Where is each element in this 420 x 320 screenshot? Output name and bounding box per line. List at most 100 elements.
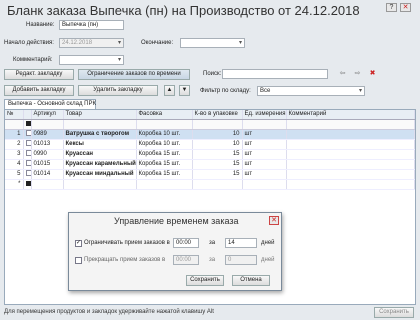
table-row[interactable]: 2 01013 Кексы Коробка 10 шт. 10 шт (5, 139, 415, 150)
row-comment[interactable] (286, 159, 415, 170)
row-unit: шт (242, 169, 287, 180)
stop-days-unit: дней (261, 257, 275, 263)
limit-orders-label: Ограничивать прием заказов в (84, 240, 170, 246)
start-date-label: Начало действия: (4, 40, 54, 46)
stop-orders-checkbox[interactable] (75, 257, 82, 264)
forward-arrow-icon[interactable]: ⇨ (352, 69, 363, 80)
row-article: 01015 (31, 159, 64, 170)
dialog-close-button[interactable]: ✕ (269, 216, 279, 225)
row-article: 0990 (31, 149, 64, 160)
filter-row (5, 119, 415, 130)
col-unit-header[interactable]: Ед. измерения (242, 110, 287, 120)
move-down-button[interactable]: ▼ (179, 85, 190, 96)
row-comment[interactable] (286, 169, 415, 180)
tab-bakery-main-warehouse[interactable]: Выпечка - Основной склад ПРК (4, 99, 96, 109)
row-qty[interactable]: 15 (192, 169, 243, 180)
dialog-title: Управление временем заказа (114, 216, 239, 226)
row-comment[interactable] (286, 129, 415, 140)
row-unit: шт (242, 139, 287, 150)
row-number: 1 (5, 129, 24, 140)
stop-for-label: за (209, 257, 216, 263)
table-header: № Артикул Товар Фасовка К-во в упаковке … (5, 110, 415, 120)
row-number: 3 (5, 149, 24, 160)
row-checkbox[interactable] (23, 169, 32, 180)
limit-for-label: за (209, 240, 216, 246)
table-row[interactable]: 5 01014 Круассан миндальный Коробка 15 ш… (5, 169, 415, 180)
row-number: 4 (5, 159, 24, 170)
row-article: 01013 (31, 139, 64, 150)
limit-time-input[interactable]: 00:00 (173, 238, 199, 248)
back-arrow-icon[interactable]: ⇦ (337, 69, 348, 80)
row-qty[interactable]: 10 (192, 139, 243, 150)
table-row[interactable]: 3 0990 Круассан Коробка 15 шт. 15 шт (5, 149, 415, 160)
row-comment[interactable] (286, 139, 415, 150)
warehouse-filter-label: Фильтр по складу: (200, 88, 251, 94)
comment-field[interactable] (59, 55, 124, 65)
warehouse-filter-select[interactable]: Все (257, 86, 365, 96)
row-unit: шт (242, 149, 287, 160)
row-comment[interactable] (286, 149, 415, 160)
help-button[interactable]: ? (386, 3, 397, 12)
stop-days-input[interactable]: 0 (225, 255, 257, 265)
edit-tab-button[interactable]: Редакт. закладку (4, 69, 74, 80)
move-up-button[interactable]: ▲ (164, 85, 175, 96)
table-row[interactable]: 1 0989 Ватрушка с творогом Коробка 10 шт… (5, 129, 415, 140)
row-unit: шт (242, 159, 287, 170)
col-qty-header[interactable]: К-во в упаковке (192, 110, 243, 120)
row-pack: Коробка 15 шт. (136, 159, 193, 170)
start-date-field[interactable]: 24.12.2018 (59, 38, 124, 48)
col-pack-header[interactable]: Фасовка (136, 110, 193, 120)
row-product: Круассан (63, 149, 137, 160)
row-checkbox[interactable] (23, 139, 32, 150)
new-row[interactable]: * (5, 179, 415, 190)
row-unit: шт (242, 129, 287, 140)
row-number: 2 (5, 139, 24, 150)
row-qty[interactable]: 10 (192, 129, 243, 140)
limit-orders-checkbox[interactable]: ✓ (75, 240, 82, 247)
stop-time-input[interactable]: 00:00 (173, 255, 199, 265)
comment-label: Комментарий: (13, 57, 53, 63)
row-pack: Коробка 15 шт. (136, 169, 193, 180)
add-tab-button[interactable]: Добавить закладку (4, 85, 74, 96)
end-date-field[interactable] (180, 38, 245, 48)
row-pack: Коробка 15 шт. (136, 149, 193, 160)
col-comment-header[interactable]: Комментарий (286, 110, 415, 120)
row-checkbox[interactable] (23, 129, 32, 140)
row-product: Круассан карамельный (63, 159, 137, 170)
row-qty[interactable]: 15 (192, 149, 243, 160)
row-article: 01014 (31, 169, 64, 180)
window-close-button[interactable]: ✕ (400, 3, 411, 12)
row-product: Круассан миндальный (63, 169, 137, 180)
row-product: Ватрушка с творогом (63, 129, 137, 140)
status-hint: Для перемещения продуктов и закладок уде… (4, 309, 214, 315)
new-row-marker: * (5, 179, 24, 190)
col-number-header[interactable]: № (5, 110, 24, 120)
col-check-header[interactable] (23, 110, 32, 120)
col-product-header[interactable]: Товар (63, 110, 137, 120)
limit-days-input[interactable]: 14 (225, 238, 257, 248)
dialog-save-button[interactable]: Сохранить (186, 275, 224, 286)
table-row[interactable]: 4 01015 Круассан карамельный Коробка 15 … (5, 159, 415, 170)
row-pack: Коробка 10 шт. (136, 139, 193, 150)
new-row-select-icon[interactable] (23, 179, 32, 190)
col-article-header[interactable]: Артикул (31, 110, 64, 120)
dialog-cancel-button[interactable]: Отмена (232, 275, 270, 286)
save-button[interactable]: Сохранить (374, 307, 414, 318)
row-checkbox[interactable] (23, 159, 32, 170)
name-field[interactable]: Выпечка (пн) (59, 20, 124, 30)
select-all-icon[interactable] (23, 119, 32, 130)
search-input[interactable] (222, 69, 328, 79)
clear-search-icon[interactable]: ✖ (367, 69, 378, 80)
order-time-dialog: Управление временем заказа ✕ ✓ Ограничив… (68, 212, 282, 291)
row-product: Кексы (63, 139, 137, 150)
row-checkbox[interactable] (23, 149, 32, 160)
name-label: Название: (26, 22, 55, 28)
row-qty[interactable]: 15 (192, 159, 243, 170)
row-pack: Коробка 10 шт. (136, 129, 193, 140)
window-title: Бланк заказа Выпечка (пн) на Производств… (7, 3, 360, 18)
delete-tab-button[interactable]: Удалить закладку (78, 85, 158, 96)
row-article: 0989 (31, 129, 64, 140)
search-label: Поиск: (203, 71, 222, 77)
limit-orders-by-time-button[interactable]: Ограничение заказов по времени (78, 69, 190, 80)
end-date-label: Окончание: (141, 40, 174, 46)
